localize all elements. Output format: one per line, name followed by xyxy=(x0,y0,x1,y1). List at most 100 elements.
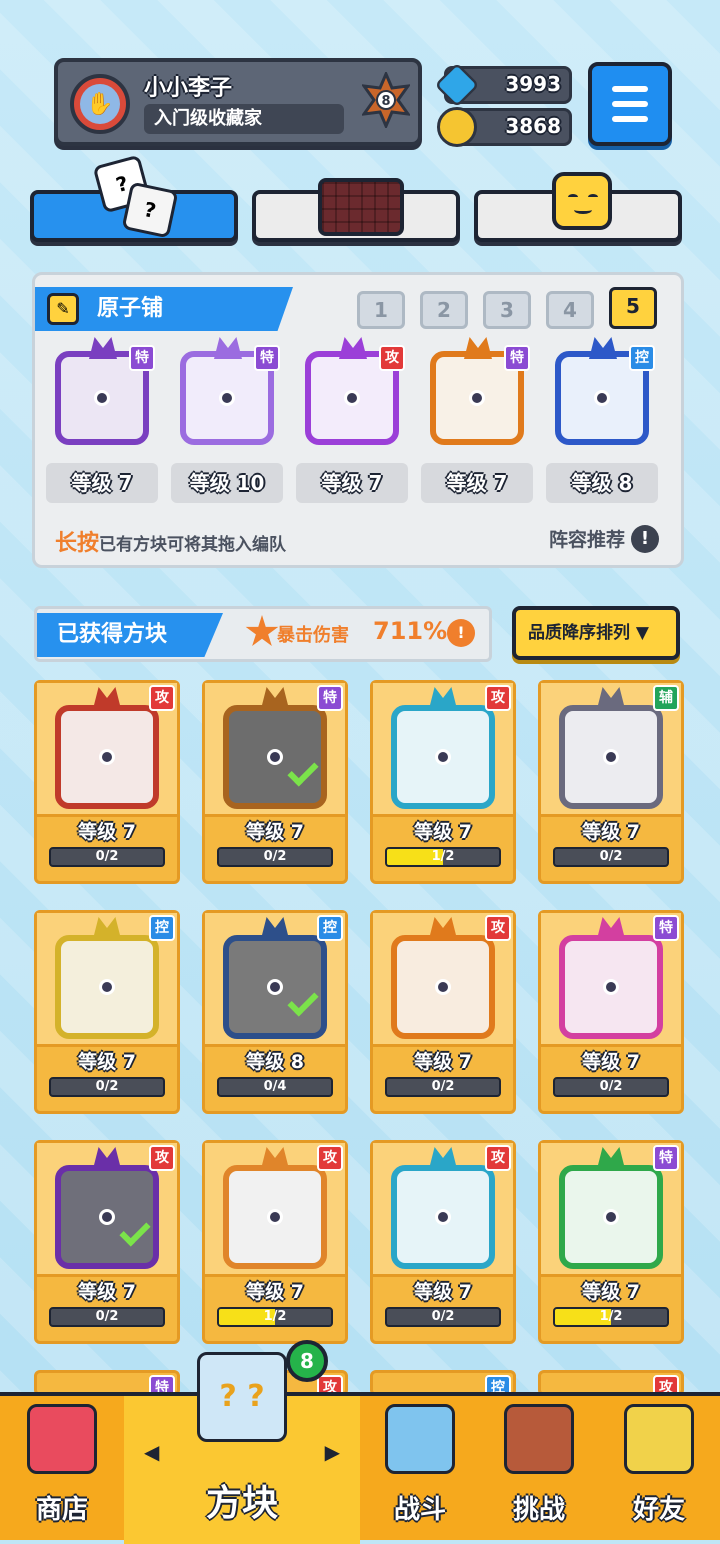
block-frame-icon xyxy=(559,705,663,809)
block-core-icon xyxy=(267,1209,283,1225)
block-core-icon xyxy=(219,390,235,406)
tab-dice[interactable]: ? ? xyxy=(30,154,238,242)
block-core-icon xyxy=(267,979,283,995)
type-badge: 攻 xyxy=(379,345,405,371)
type-badge: 攻 xyxy=(485,685,511,711)
nav-friends[interactable]: 好友 xyxy=(598,1396,720,1544)
dragon-crest-icon xyxy=(89,337,117,359)
block-level: 等级 7 xyxy=(414,1051,472,1073)
progress-text: 0/2 xyxy=(431,1079,455,1094)
gem-value: 3993 xyxy=(505,72,561,96)
block-frame-icon xyxy=(391,1165,495,1269)
deck-card[interactable]: 控 xyxy=(549,337,655,449)
owned-block-card[interactable]: 攻等级 7 0/2 xyxy=(34,1140,180,1344)
upgrade-progress-bar: 0/2 xyxy=(385,1307,501,1327)
type-badge: 攻 xyxy=(149,1145,175,1171)
type-badge: 特 xyxy=(653,915,679,941)
deck-slot-tab[interactable]: 3 xyxy=(483,291,531,329)
deck-hint: 长按已有方块可将其拖入编队 xyxy=(55,525,286,557)
deck-slot-tab[interactable]: 5 xyxy=(609,287,657,329)
type-badge: 攻 xyxy=(485,1145,511,1171)
block-frame-icon xyxy=(559,1165,663,1269)
owned-block-card[interactable]: 特等级 7 0/2 xyxy=(538,910,684,1114)
owned-title: 已获得方块 xyxy=(37,613,223,657)
profile-card[interactable]: ✋ 小小李子 入门级收藏家 8 xyxy=(54,58,422,146)
owned-block-card[interactable]: 攻等级 7 1/2 xyxy=(202,1140,348,1344)
coin-counter[interactable]: 3868 xyxy=(437,107,572,147)
lineup-recommend-link[interactable]: 阵容推荐 xyxy=(549,525,625,552)
crit-info-icon[interactable]: ! xyxy=(447,619,475,647)
block-core-icon xyxy=(435,1209,451,1225)
block-core-icon xyxy=(99,749,115,765)
deck-card[interactable]: 特 xyxy=(424,337,530,449)
tab-board[interactable] xyxy=(252,178,460,242)
block-level: 等级 7 xyxy=(582,1051,640,1073)
owned-block-card[interactable]: 特等级 7 1/2 xyxy=(538,1140,684,1344)
progress-text: 0/2 xyxy=(599,849,623,864)
owned-block-card[interactable]: 控等级 7 0/2 xyxy=(34,910,180,1114)
deck-card-level: 等级 10 xyxy=(171,463,283,503)
deck-card-level: 等级 7 xyxy=(421,463,533,503)
rank-star-icon: 8 xyxy=(362,72,410,128)
type-badge: 攻 xyxy=(149,685,175,711)
dragon-crest-icon xyxy=(339,337,367,359)
type-badge: 特 xyxy=(317,685,343,711)
nav-challenge[interactable]: 挑战 xyxy=(480,1396,598,1544)
progress-text: 0/2 xyxy=(599,1079,623,1094)
nav-blocks[interactable]: ? ? ◀ ▶ 方块 xyxy=(124,1352,360,1544)
owned-block-card[interactable]: 攻等级 7 1/2 xyxy=(370,680,516,884)
castle-icon xyxy=(504,1404,574,1474)
deck-card[interactable]: 特 xyxy=(174,337,280,449)
block-frame-icon xyxy=(55,935,159,1039)
progress-text: 0/2 xyxy=(263,849,287,864)
nav-battle[interactable]: 战斗 xyxy=(360,1396,480,1544)
deck-slot-tab[interactable]: 2 xyxy=(420,291,468,329)
nav-shop[interactable]: 商店 xyxy=(0,1396,124,1544)
owned-block-card[interactable]: 辅等级 7 0/2 xyxy=(538,680,684,884)
board-icon xyxy=(318,178,404,236)
progress-text: 1/2 xyxy=(431,849,455,864)
progress-text: 0/2 xyxy=(95,1309,119,1324)
deck-slot-tab[interactable]: 1 xyxy=(357,291,405,329)
nav-shop-label: 商店 xyxy=(35,1495,88,1525)
block-core-icon xyxy=(435,979,451,995)
owned-block-card[interactable]: 攻等级 7 0/2 xyxy=(34,680,180,884)
avatar[interactable]: ✋ xyxy=(70,74,130,134)
block-frame-icon xyxy=(559,935,663,1039)
nav-left-arrow-icon[interactable]: ◀ xyxy=(144,1440,159,1464)
smile-face-icon xyxy=(552,172,612,230)
recommend-info-icon[interactable]: ! xyxy=(631,525,659,553)
upgrade-progress-bar: 0/2 xyxy=(553,847,669,867)
tab-emote[interactable] xyxy=(474,172,682,242)
upgrade-progress-bar: 0/2 xyxy=(385,1077,501,1097)
type-badge: 攻 xyxy=(485,915,511,941)
block-frame-icon xyxy=(391,935,495,1039)
player-title: 入门级收藏家 xyxy=(144,104,344,134)
nav-friends-label: 好友 xyxy=(632,1495,685,1525)
owned-block-card[interactable]: 攻等级 7 0/2 xyxy=(370,910,516,1114)
owned-block-card[interactable]: 特等级 7 0/2 xyxy=(202,680,348,884)
nav-blocks-label: 方块 xyxy=(205,1483,278,1524)
friend-character-icon xyxy=(624,1404,694,1474)
crit-label: 暴击伤害 xyxy=(277,625,349,646)
upgrade-progress-bar: 0/2 xyxy=(553,1077,669,1097)
owned-block-card[interactable]: 攻等级 7 0/2 xyxy=(370,1140,516,1344)
deck-card[interactable]: 攻 xyxy=(299,337,405,449)
owned-block-card[interactable]: 控等级 8 0/4 xyxy=(202,910,348,1114)
block-core-icon xyxy=(267,749,283,765)
dice-icon: ? ? xyxy=(92,154,179,240)
type-badge: 特 xyxy=(653,1145,679,1171)
dragon-crest-icon xyxy=(214,337,242,359)
crit-star-icon xyxy=(245,615,279,646)
block-level: 等级 7 xyxy=(246,1281,304,1303)
menu-button[interactable] xyxy=(588,62,672,146)
block-level: 等级 7 xyxy=(78,1051,136,1073)
upgrade-progress-bar: 0/2 xyxy=(217,847,333,867)
deck-slot-tab[interactable]: 4 xyxy=(546,291,594,329)
deck-card[interactable]: 特 xyxy=(49,337,155,449)
nav-right-arrow-icon[interactable]: ▶ xyxy=(325,1440,340,1464)
sort-dropdown[interactable]: 品质降序排列 ▼ xyxy=(512,606,680,660)
block-core-icon xyxy=(99,979,115,995)
gem-counter[interactable]: 3993 xyxy=(434,62,572,108)
edit-pencil-icon[interactable]: ✎ xyxy=(47,293,79,325)
